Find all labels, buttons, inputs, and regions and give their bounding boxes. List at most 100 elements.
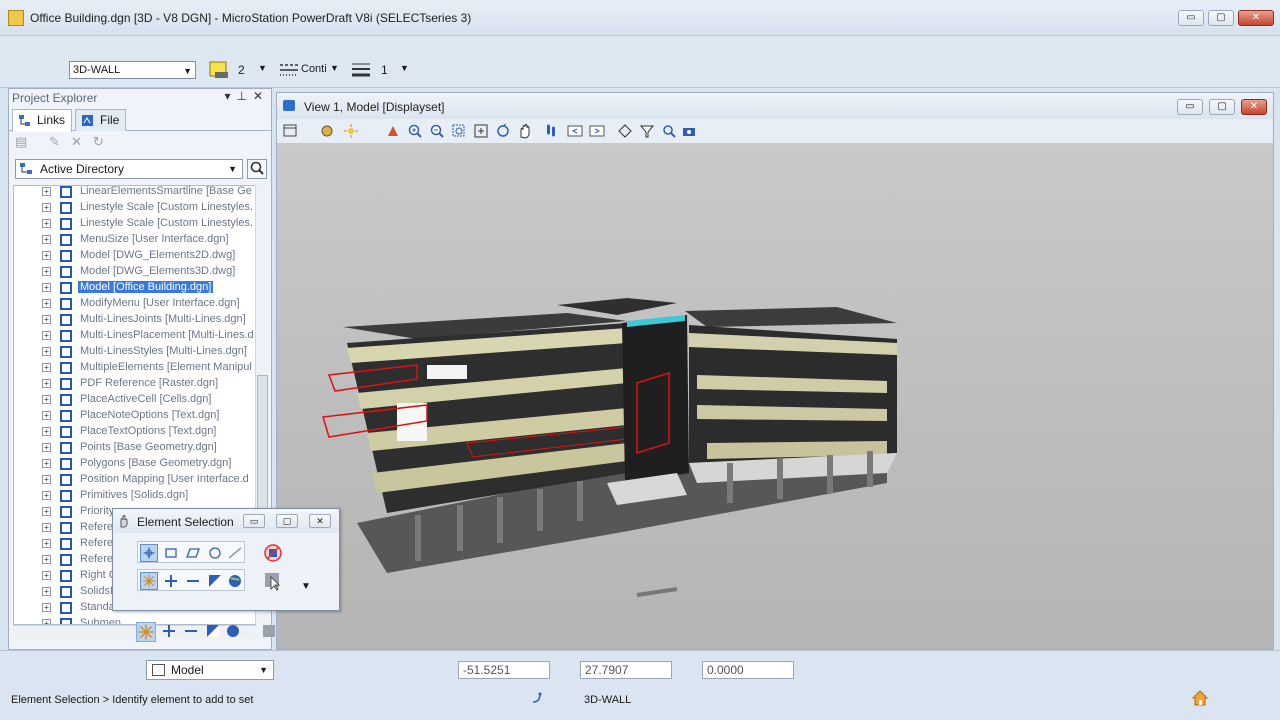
display-style-icon[interactable] bbox=[319, 123, 335, 139]
expand-icon[interactable]: + bbox=[42, 283, 51, 292]
block-select-icon[interactable] bbox=[162, 544, 180, 562]
expand-icon[interactable]: + bbox=[42, 267, 51, 276]
window-area-icon[interactable] bbox=[451, 123, 467, 139]
tree-item[interactable]: + Linestyle Scale [Custom Linestyles. bbox=[14, 200, 256, 216]
expand-icon[interactable]: + bbox=[42, 555, 51, 564]
tree-item[interactable]: + Multi-LinesJoints [Multi-Lines.dgn] bbox=[14, 312, 256, 328]
tree-item[interactable]: + PlaceActiveCell [Cells.dgn] bbox=[14, 392, 256, 408]
tree-item[interactable]: + PlaceNoteOptions [Text.dgn] bbox=[14, 408, 256, 424]
tree-item[interactable]: + ModifyMenu [User Interface.dgn] bbox=[14, 296, 256, 312]
expand-icon[interactable]: + bbox=[42, 411, 51, 420]
expand-icon[interactable]: + bbox=[42, 571, 51, 580]
refresh-icon[interactable]: ↻ bbox=[93, 135, 107, 149]
color-icon[interactable] bbox=[208, 60, 230, 80]
view-rotation-icon[interactable] bbox=[617, 123, 633, 139]
tree-item[interactable]: + Linestyle Scale [Custom Linestyles. bbox=[14, 216, 256, 232]
add-icon[interactable] bbox=[162, 572, 180, 590]
clip-mask-icon[interactable] bbox=[661, 123, 677, 139]
update-view-icon[interactable] bbox=[385, 123, 401, 139]
line-style-icon[interactable] bbox=[278, 60, 300, 80]
lighting-icon[interactable] bbox=[343, 123, 359, 139]
expand-icon[interactable]: + bbox=[42, 475, 51, 484]
edit-icon[interactable]: ✎ bbox=[49, 135, 63, 149]
subtract-icon[interactable] bbox=[184, 572, 202, 590]
new-selection-icon[interactable] bbox=[140, 572, 158, 590]
subtract-icon[interactable] bbox=[182, 622, 200, 640]
search-button[interactable] bbox=[247, 159, 267, 179]
expand-icon[interactable]: + bbox=[42, 203, 51, 212]
walk-icon[interactable] bbox=[543, 123, 559, 139]
expand-icon[interactable]: + bbox=[42, 587, 51, 596]
expand-icon[interactable]: + bbox=[42, 491, 51, 500]
invert-icon[interactable] bbox=[206, 572, 224, 590]
view-next-icon[interactable] bbox=[589, 123, 605, 139]
maximize-button[interactable]: ▢ bbox=[1208, 10, 1234, 26]
tree-item[interactable]: + PlaceTextOptions [Text.dgn] bbox=[14, 424, 256, 440]
line-select-icon[interactable] bbox=[226, 544, 244, 562]
dialog-close-button[interactable]: ✕ bbox=[309, 514, 331, 528]
expand-icon[interactable]: + bbox=[42, 507, 51, 516]
delete-icon[interactable]: ✕ bbox=[71, 135, 85, 149]
view-options-icon[interactable]: ▤ bbox=[15, 135, 29, 149]
z-coordinate-field[interactable]: 0.0000 bbox=[702, 661, 794, 679]
globe-icon[interactable] bbox=[224, 622, 242, 640]
invert-icon[interactable] bbox=[204, 622, 222, 640]
expand-icon[interactable]: + bbox=[42, 347, 51, 356]
expand-arrow-icon[interactable]: ▼ bbox=[301, 581, 311, 592]
expand-icon[interactable]: + bbox=[42, 363, 51, 372]
fit-view-icon[interactable] bbox=[473, 123, 489, 139]
dialog-minimize-button[interactable]: ▭ bbox=[243, 514, 265, 528]
new-selection-icon[interactable] bbox=[136, 622, 156, 642]
individual-select-icon[interactable] bbox=[140, 544, 158, 562]
tree-item[interactable]: + Multi-LinesStyles [Multi-Lines.dgn] bbox=[14, 344, 256, 360]
scroll-thumb[interactable] bbox=[257, 375, 268, 515]
expand-icon[interactable]: + bbox=[42, 299, 51, 308]
minimize-button[interactable]: ▭ bbox=[1178, 10, 1204, 26]
chevron-down-icon[interactable]: ▼ bbox=[330, 63, 339, 73]
level-combo[interactable]: 3D-WALL ▼ bbox=[69, 61, 196, 79]
line-style-value[interactable]: Conti bbox=[301, 63, 327, 75]
expand-icon[interactable]: + bbox=[42, 603, 51, 612]
zoom-out-icon[interactable] bbox=[429, 123, 445, 139]
tree-item[interactable]: + Polygons [Base Geometry.dgn] bbox=[14, 456, 256, 472]
panel-controls[interactable]: ▾⊥✕ bbox=[224, 89, 269, 103]
expand-icon[interactable]: + bbox=[42, 459, 51, 468]
y-coordinate-field[interactable]: 27.7907 bbox=[580, 661, 672, 679]
expand-icon[interactable]: + bbox=[42, 315, 51, 324]
view-attributes-icon[interactable] bbox=[283, 123, 299, 139]
rotate-view-icon[interactable] bbox=[495, 123, 511, 139]
expand-icon[interactable]: + bbox=[42, 539, 51, 548]
tab-links[interactable]: Links bbox=[12, 109, 73, 132]
tab-file[interactable]: File bbox=[75, 109, 127, 131]
tree-item[interactable]: + Model [Office Building.dgn] bbox=[14, 280, 256, 296]
tree-item[interactable]: + LinearElementsSmartline [Base Ge bbox=[14, 186, 256, 200]
line-weight-icon[interactable] bbox=[350, 60, 372, 80]
home-icon[interactable] bbox=[1192, 690, 1208, 706]
tree-item[interactable]: + Model [DWG_Elements3D.dwg] bbox=[14, 264, 256, 280]
line-weight-value[interactable]: 1 bbox=[381, 63, 388, 77]
clip-volume-icon[interactable] bbox=[639, 123, 655, 139]
directory-combo[interactable]: Active Directory ▼ bbox=[15, 159, 243, 179]
tree-item[interactable]: + PDF Reference [Raster.dgn] bbox=[14, 376, 256, 392]
expand-icon[interactable]: + bbox=[42, 379, 51, 388]
close-button[interactable]: ✕ bbox=[1238, 10, 1274, 26]
x-coordinate-field[interactable]: -51.5251 bbox=[458, 661, 550, 679]
expand-icon[interactable]: + bbox=[42, 331, 51, 340]
expand-icon[interactable]: + bbox=[42, 395, 51, 404]
dialog-title-bar[interactable]: Element Selection ▭ ▢ ✕ bbox=[113, 509, 339, 533]
view-canvas[interactable] bbox=[277, 143, 1273, 649]
expand-icon[interactable]: + bbox=[42, 219, 51, 228]
view-close-button[interactable]: ✕ bbox=[1241, 99, 1267, 115]
view-maximize-button[interactable]: ▢ bbox=[1209, 99, 1235, 115]
expand-icon[interactable]: + bbox=[42, 187, 51, 196]
color-value[interactable]: 2 bbox=[238, 63, 245, 77]
tree-item[interactable]: + Primitives [Solids.dgn] bbox=[14, 488, 256, 504]
snap-icon[interactable] bbox=[531, 692, 543, 704]
pan-view-icon[interactable] bbox=[517, 123, 533, 139]
expand-icon[interactable]: + bbox=[42, 427, 51, 436]
circle-select-icon[interactable] bbox=[206, 544, 224, 562]
tree-item[interactable]: + Points [Base Geometry.dgn] bbox=[14, 440, 256, 456]
model-combo[interactable]: Model ▼ bbox=[146, 660, 274, 680]
expand-icon[interactable]: + bbox=[42, 251, 51, 260]
expand-icon[interactable]: + bbox=[42, 235, 51, 244]
